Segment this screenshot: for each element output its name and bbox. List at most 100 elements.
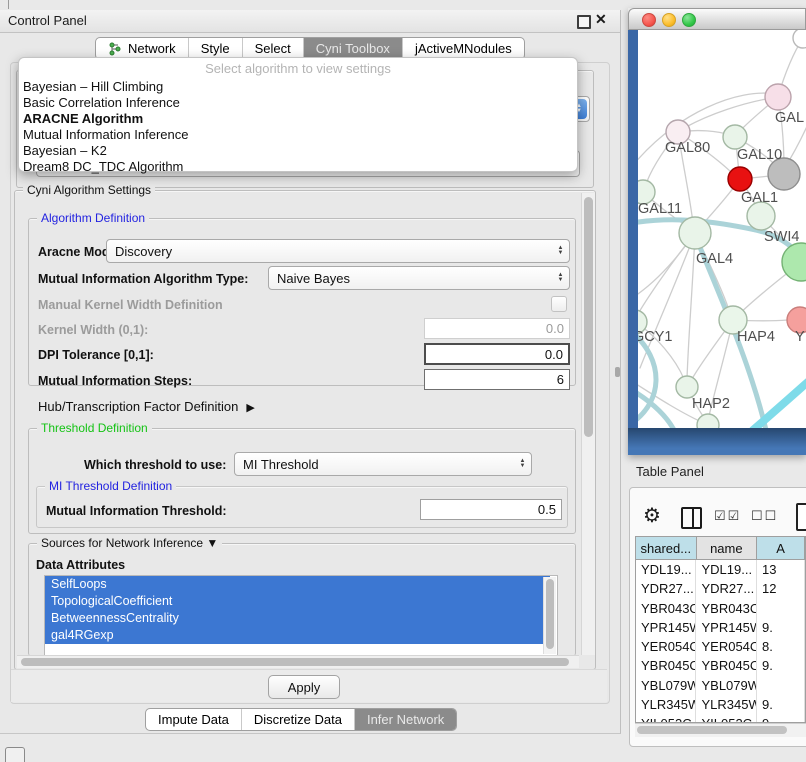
sources-group-title[interactable]: Sources for Network Inference ▼ <box>37 536 222 550</box>
network-edge <box>686 97 778 127</box>
network-node-swi4[interactable] <box>747 202 775 230</box>
popup-item[interactable]: ARACNE Algorithm <box>19 111 577 127</box>
attribute-list-item[interactable]: TopologicalCoefficient <box>45 593 550 610</box>
zoom-traffic-light[interactable] <box>682 13 696 27</box>
attribute-list-item[interactable]: BetweennessCentrality <box>45 610 550 627</box>
dpi-tolerance-field[interactable]: 0.0 <box>424 343 570 365</box>
table-row[interactable]: YIL052CYIL052C9. <box>636 714 805 723</box>
network-node-label: GAL <box>775 110 804 126</box>
minimize-traffic-light[interactable] <box>662 13 676 27</box>
table-panel-title: Table Panel <box>636 464 704 479</box>
tab-label: Network <box>128 41 176 56</box>
table-cell: 12 <box>757 579 805 598</box>
settings-vertical-scrollbar[interactable] <box>581 193 595 655</box>
export-table-icon[interactable] <box>796 503 806 531</box>
table-cell: YER054C <box>636 637 696 656</box>
network-frame-bottom <box>628 428 806 455</box>
table-cell: YIL052C <box>636 714 696 723</box>
mi-steps-field[interactable]: 6 <box>424 369 570 390</box>
network-node[interactable] <box>697 414 719 428</box>
network-node-gal10[interactable] <box>723 125 747 149</box>
deselect-all-columns-icon[interactable]: ☐☐ <box>751 508 778 524</box>
network-edge <box>638 332 656 423</box>
table-row[interactable]: YPR145WYPR145W9. <box>636 618 805 637</box>
close-icon[interactable]: ✕ <box>595 11 607 28</box>
popup-item-list: Bayesian – Hill ClimbingBasic Correlatio… <box>19 79 577 175</box>
tab-cyni-toolbox[interactable]: Cyni Toolbox <box>304 38 403 59</box>
manual-kernel-checkbox[interactable] <box>551 296 567 312</box>
tab-select[interactable]: Select <box>243 38 304 59</box>
table-cell: YPR145W <box>636 618 696 637</box>
column-header-shared...[interactable]: shared... <box>636 537 697 560</box>
table-row[interactable]: YDL19...YDL19...13 <box>636 560 805 579</box>
table-row[interactable]: YBR045CYBR045C9. <box>636 656 805 675</box>
which-threshold-combo[interactable]: MI Threshold ▲▼ <box>234 452 532 476</box>
popup-item[interactable]: Mutual Information Inference <box>19 127 577 143</box>
kernel-width-label: Kernel Width (0,1): <box>38 323 148 337</box>
column-header-name[interactable]: name <box>697 537 758 560</box>
table-row[interactable]: YBL079WYBL079W <box>636 676 805 695</box>
hub-expander[interactable]: Hub/Transcription Factor Definition▶ <box>38 399 255 414</box>
column-header-A[interactable]: A <box>757 537 805 560</box>
table-cell: YBL079W <box>696 676 756 695</box>
gear-icon[interactable]: ⚙ <box>643 503 661 528</box>
attributes-scrollbar[interactable] <box>543 577 556 654</box>
mi-steps-label: Mutual Information Steps: <box>38 374 192 388</box>
settings-horizontal-scrollbar[interactable] <box>17 655 579 668</box>
float-window-button[interactable] <box>577 15 591 29</box>
tab-label: jActiveMNodules <box>415 41 512 56</box>
network-node-hap2[interactable] <box>676 376 698 398</box>
network-node-label: Y <box>795 329 805 345</box>
kernel-width-field[interactable]: 0.0 <box>424 318 570 339</box>
network-node-label: GAL4 <box>696 251 733 267</box>
apply-button[interactable]: Apply <box>268 675 340 699</box>
table-row[interactable]: YBR043CYBR043C <box>636 599 805 618</box>
tab-style[interactable]: Style <box>189 38 243 59</box>
attribute-list-item[interactable]: SelfLoops <box>45 576 550 593</box>
table-cell: YPR145W <box>696 618 756 637</box>
splitter-handle[interactable] <box>615 367 620 377</box>
network-node-label: GAL80 <box>665 140 710 156</box>
combo-spinner: ▲▼ <box>555 267 566 289</box>
corner-widget[interactable] <box>5 747 25 762</box>
popup-item[interactable]: Bayesian – K2 <box>19 143 577 159</box>
network-node-gal[interactable] <box>765 84 791 110</box>
expand-down-icon: ▼ <box>206 536 218 550</box>
aracne-mode-value: Discovery <box>115 244 172 259</box>
network-node-label: HAP2 <box>692 396 730 412</box>
table-row[interactable]: YDR27...YDR27...12 <box>636 579 805 598</box>
network-node-gal4[interactable] <box>679 217 711 249</box>
table-cell: 9. <box>757 714 805 723</box>
control-panel-titlebar <box>0 10 620 33</box>
popup-item[interactable]: Dream8 DC_TDC Algorithm <box>19 159 577 175</box>
which-threshold-value: MI Threshold <box>243 457 319 472</box>
select-all-columns-icon[interactable]: ☑☑ <box>714 508 741 524</box>
attribute-list-item[interactable]: gal4RGexp <box>45 627 550 644</box>
table-cell: YBR045C <box>636 656 696 675</box>
popup-item[interactable]: Bayesian – Hill Climbing <box>19 79 577 95</box>
mi-type-combo[interactable]: Naive Bayes ▲▼ <box>268 266 570 290</box>
close-traffic-light[interactable] <box>642 13 656 27</box>
tab-network[interactable]: Network <box>96 38 189 59</box>
mi-type-value: Naive Bayes <box>277 271 350 286</box>
aracne-mode-combo[interactable]: Discovery ▲▼ <box>106 239 570 263</box>
tab-label: Cyni Toolbox <box>316 41 390 56</box>
table-horizontal-scrollbar[interactable] <box>635 723 806 737</box>
hub-expander-label: Hub/Transcription Factor Definition <box>38 399 238 414</box>
network-node[interactable] <box>793 30 806 48</box>
table-cell <box>757 676 805 695</box>
table-cell: YBR043C <box>636 599 696 618</box>
network-node-gal1[interactable] <box>728 167 752 191</box>
mi-threshold-field[interactable]: 0.5 <box>420 499 562 520</box>
network-icon <box>108 42 123 56</box>
table-row[interactable]: YLR345WYLR345W9. <box>636 695 805 714</box>
tab-discretize-data[interactable]: Discretize Data <box>242 709 355 730</box>
column-browser-icon[interactable] <box>681 507 702 529</box>
cyni-bottom-tabs: Impute DataDiscretize DataInfer Network <box>145 708 457 731</box>
network-canvas[interactable]: GALGAL80GAL10GAL11SWI4GAL4GCY1HAP4YHAP2G… <box>638 30 806 428</box>
tab-infer-network[interactable]: Infer Network <box>355 709 456 730</box>
tab-jactivemnodules[interactable]: jActiveMNodules <box>403 38 524 59</box>
popup-item[interactable]: Basic Correlation Inference <box>19 95 577 111</box>
tab-impute-data[interactable]: Impute Data <box>146 709 242 730</box>
table-row[interactable]: YER054CYER054C8. <box>636 637 805 656</box>
